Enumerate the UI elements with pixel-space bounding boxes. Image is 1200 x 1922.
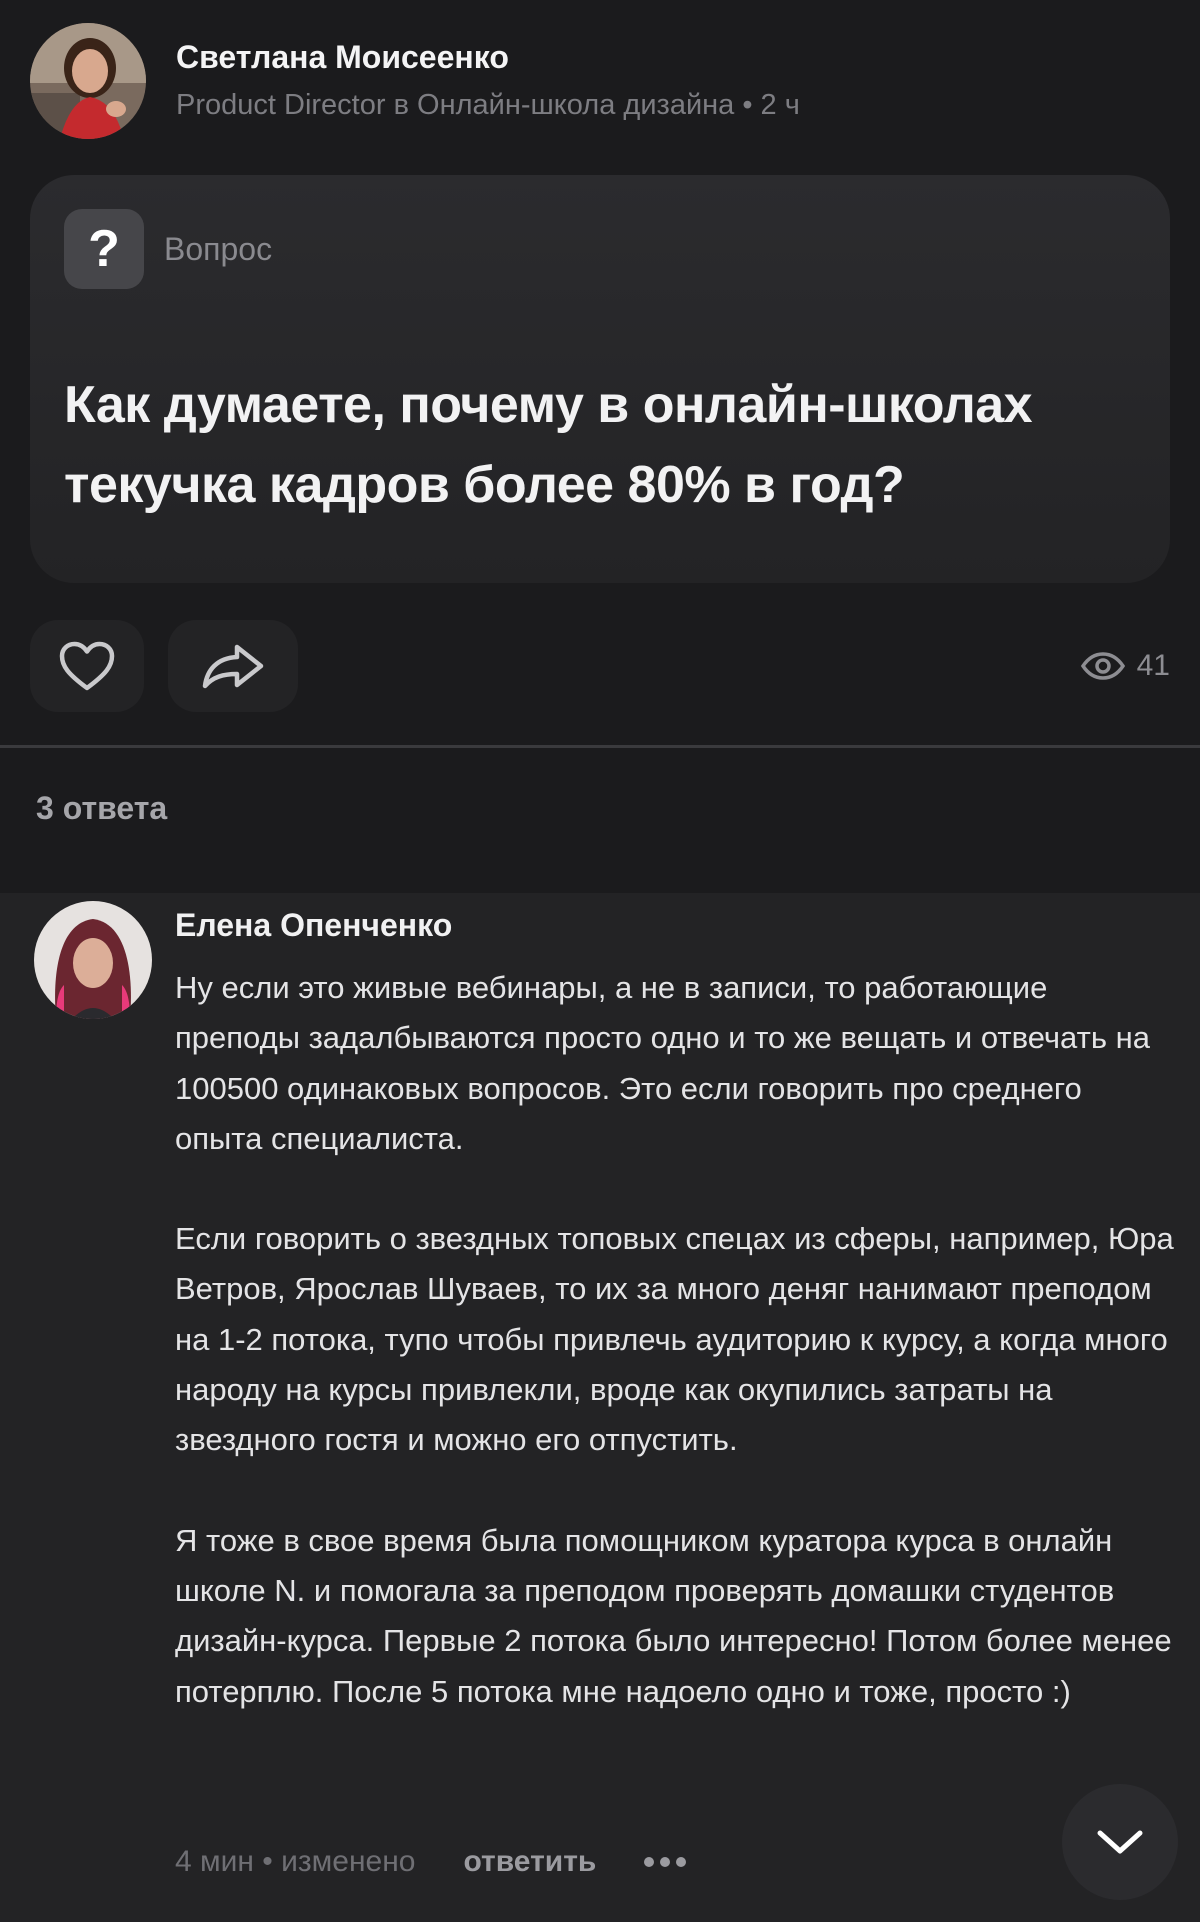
comment-paragraph: Ну если это живые вебинары, а не в запис… <box>175 970 1150 1156</box>
comment-meta: 4 мин • изменено <box>175 1845 416 1878</box>
more-dots-icon[interactable] <box>644 1847 692 1877</box>
heart-icon <box>59 641 115 691</box>
share-button[interactable] <box>168 620 298 712</box>
comment-item: Елена Опенченко Ну если это живые вебина… <box>0 893 1200 1922</box>
chevron-down-icon <box>1097 1830 1143 1854</box>
views-counter: 41 <box>1080 640 1170 692</box>
comment-avatar-image <box>34 901 152 1019</box>
author-name[interactable]: Светлана Моисеенко <box>176 37 800 77</box>
share-arrow-icon <box>202 644 264 689</box>
author-meta: Product Director в Онлайн-школа дизайна … <box>176 89 800 121</box>
comment-author-avatar[interactable] <box>34 901 152 1019</box>
views-count: 41 <box>1136 649 1170 682</box>
comment-paragraph: Если говорить о звездных топовых спецах … <box>175 1221 1174 1458</box>
post-page: Светлана Моисеенко Product Director в Он… <box>0 0 1200 1922</box>
question-card: ? Вопрос Как думаете, почему в онлайн-шк… <box>30 175 1170 583</box>
author-avatar[interactable] <box>30 23 146 139</box>
question-badge: ? Вопрос <box>64 209 272 289</box>
eye-icon <box>1080 652 1125 680</box>
comment-author-name[interactable]: Елена Опенченко <box>175 907 452 944</box>
question-mark-icon: ? <box>64 209 144 289</box>
author-avatar-image <box>30 23 146 139</box>
section-divider <box>0 745 1200 748</box>
answers-count: 3 ответа <box>36 790 168 826</box>
comment-body: Ну если это живые вебинары, а не в запис… <box>175 963 1175 1717</box>
like-button[interactable] <box>30 620 144 712</box>
author-block: Светлана Моисеенко Product Director в Он… <box>176 37 800 125</box>
reply-button[interactable]: ответить <box>463 1845 596 1879</box>
post-header: Светлана Моисеенко Product Director в Он… <box>30 22 800 140</box>
scroll-down-button[interactable] <box>1062 1784 1178 1900</box>
question-text: Как думаете, почему в онлайн-школах теку… <box>64 376 1033 514</box>
comment-footer: 4 мин • изменено ответить <box>175 1845 692 1879</box>
question-badge-label: Вопрос <box>164 230 273 267</box>
comment-paragraph: Я тоже в свое время была помощником кура… <box>175 1522 1172 1709</box>
